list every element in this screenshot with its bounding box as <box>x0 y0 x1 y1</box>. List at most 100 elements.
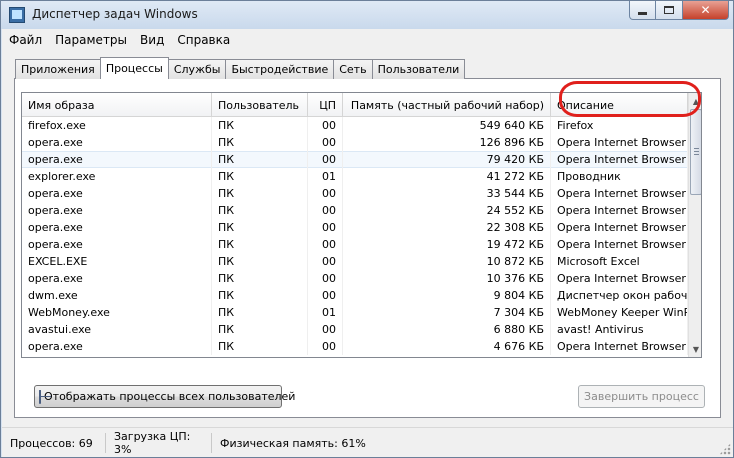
column-cpu[interactable]: ЦП <box>308 93 343 117</box>
maximize-icon <box>664 6 674 14</box>
cell-description: Opera Internet Browser <box>551 219 688 236</box>
cell-user: ПК <box>212 236 308 253</box>
cell-cpu: 00 <box>308 253 343 270</box>
cell-memory: 24 552 КБ <box>343 202 551 219</box>
scroll-thumb[interactable] <box>690 109 701 195</box>
table-row[interactable]: avastui.exe ПК 00 6 880 КБ avast! Antivirus <box>22 321 688 338</box>
table-row[interactable]: explorer.exe ПК 01 41 272 КБ Проводник <box>22 168 688 185</box>
cell-cpu: 00 <box>308 338 343 355</box>
tab-strip: Приложения Процессы Службы Быстродействи… <box>15 57 466 79</box>
column-user[interactable]: Пользователь <box>212 93 308 117</box>
tab-networking[interactable]: Сеть <box>333 59 373 79</box>
table-row[interactable]: opera.exe ПК 00 10 376 КБ Opera Internet Bro… <box>22 270 688 287</box>
cell-image-name: dwm.exe <box>22 287 212 304</box>
cell-image-name: opera.exe <box>22 236 212 253</box>
cell-user: ПК <box>212 287 308 304</box>
thumb-grip-icon <box>694 148 699 155</box>
cell-description: Firefox <box>551 117 688 134</box>
table-row[interactable]: opera.exe ПК 00 4 676 КБ Opera Internet Brow… <box>22 338 688 355</box>
close-button[interactable]: ✕ <box>683 1 729 20</box>
close-icon: ✕ <box>700 3 711 17</box>
cell-cpu: 00 <box>308 236 343 253</box>
cell-cpu: 00 <box>308 134 343 151</box>
process-table: Имя образа Пользователь ЦП Память (частн… <box>21 92 702 358</box>
cell-image-name: opera.exe <box>22 151 212 168</box>
cell-description: WebMoney Keeper WinPro <box>551 304 688 321</box>
cell-image-name: explorer.exe <box>22 168 212 185</box>
cell-memory: 10 376 КБ <box>343 270 551 287</box>
table-row[interactable]: opera.exe ПК 00 22 308 КБ Opera Internet Bro… <box>22 219 688 236</box>
resize-grip-icon[interactable] <box>719 443 731 455</box>
cell-memory: 4 676 КБ <box>343 338 551 355</box>
vertical-scrollbar[interactable]: ▲ ▼ <box>688 93 701 357</box>
cell-image-name: opera.exe <box>22 338 212 355</box>
table-row[interactable]: firefox.exe ПК 00 549 640 КБ Firefox <box>22 117 688 134</box>
cell-cpu: 00 <box>308 117 343 134</box>
uac-shield-icon <box>39 389 51 404</box>
minimize-button[interactable] <box>629 1 656 20</box>
cell-image-name: avastui.exe <box>22 321 212 338</box>
status-memory: Физическая память: 61% <box>220 436 366 450</box>
cell-user: ПК <box>212 338 308 355</box>
task-manager-icon <box>9 7 25 23</box>
cell-description: Opera Internet Browser <box>551 185 688 202</box>
cell-cpu: 00 <box>308 185 343 202</box>
cell-memory: 33 544 КБ <box>343 185 551 202</box>
table-row[interactable]: opera.exe ПК 00 19 472 КБ Opera Internet Bro… <box>22 236 688 253</box>
cell-memory: 126 896 КБ <box>343 134 551 151</box>
tab-processes[interactable]: Процессы <box>99 57 169 79</box>
cell-memory: 22 308 КБ <box>343 219 551 236</box>
cell-user: ПК <box>212 117 308 134</box>
cell-description: Opera Internet Browser <box>551 202 688 219</box>
cell-user: ПК <box>212 168 308 185</box>
window-controls: ✕ <box>629 1 729 21</box>
cell-image-name: opera.exe <box>22 134 212 151</box>
end-process-button[interactable]: Завершить процесс <box>578 385 705 408</box>
menu-help[interactable]: Справка <box>177 33 230 47</box>
cell-user: ПК <box>212 151 308 168</box>
table-row[interactable]: dwm.exeПК009 804 КБДиспетчер окон рабоче… <box>22 287 688 304</box>
scroll-down-icon[interactable]: ▼ <box>690 342 701 356</box>
table-row[interactable]: opera.exe ПК 00 33 544 КБ Opera Internet Bro… <box>22 185 688 202</box>
cell-cpu: 01 <box>308 168 343 185</box>
maximize-button[interactable] <box>656 1 683 20</box>
column-memory[interactable]: Память (частный рабочий набор) <box>343 93 551 117</box>
cell-image-name: opera.exe <box>22 185 212 202</box>
cell-description: Opera Internet Browser <box>551 236 688 253</box>
tab-performance[interactable]: Быстродействие <box>225 59 335 79</box>
menu-options[interactable]: Параметры <box>55 33 127 47</box>
cell-memory: 79 420 КБ <box>343 151 551 168</box>
cell-image-name: firefox.exe <box>22 117 212 134</box>
cell-memory: 7 304 КБ <box>343 304 551 321</box>
cell-image-name: opera.exe <box>22 270 212 287</box>
cell-memory: 19 472 КБ <box>343 236 551 253</box>
table-row[interactable]: opera.exe ПК 00 79 420 КБ Opera Internet Bro… <box>22 151 688 168</box>
menu-view[interactable]: Вид <box>140 33 164 47</box>
show-all-users-button[interactable]: Отображать процессы всех пользователей <box>34 385 295 408</box>
menu-file[interactable]: Файл <box>9 33 42 47</box>
tab-applications[interactable]: Приложения <box>15 59 101 79</box>
cell-user: ПК <box>212 253 308 270</box>
title-bar[interactable]: Диспетчер задач Windows ✕ <box>1 1 733 29</box>
status-bar: Процессов: 69 Загрузка ЦП: 3% Физическая… <box>2 427 733 457</box>
cell-description: Opera Internet Browser <box>551 338 688 355</box>
cell-description: Opera Internet Browser <box>551 270 688 287</box>
cell-memory: 9 804 КБ <box>343 287 551 304</box>
show-all-users-label: Отображать процессы всех пользователей <box>44 390 296 403</box>
cell-user: ПК <box>212 219 308 236</box>
table-row[interactable]: opera.exe ПК 00 24 552 КБ Opera Internet Bro… <box>22 202 688 219</box>
menu-bar: Файл Параметры Вид Справка <box>2 29 733 51</box>
cell-cpu: 00 <box>308 219 343 236</box>
table-row[interactable]: EXCEL.EXE ПК 00 10 872 КБ Microsoft Excel <box>22 253 688 270</box>
table-row[interactable]: WebMoney.exe ПК 01 7 304 КБ WebMoney Keeper … <box>22 304 688 321</box>
table-row[interactable]: opera.exe ПК 00 126 896 КБ Opera Internet Br… <box>22 134 688 151</box>
cell-description: Диспетчер окон рабочего <box>551 287 688 304</box>
table-body: firefox.exe ПК 00 549 640 КБ Firefox opera.ex… <box>22 117 688 355</box>
column-image-name[interactable]: Имя образа <box>22 93 212 117</box>
cell-description: Opera Internet Browser <box>551 151 688 168</box>
tab-services[interactable]: Службы <box>167 59 227 79</box>
cell-user: ПК <box>212 134 308 151</box>
cell-user: ПК <box>212 202 308 219</box>
cell-user: ПК <box>212 321 308 338</box>
tab-users[interactable]: Пользователи <box>371 59 466 79</box>
